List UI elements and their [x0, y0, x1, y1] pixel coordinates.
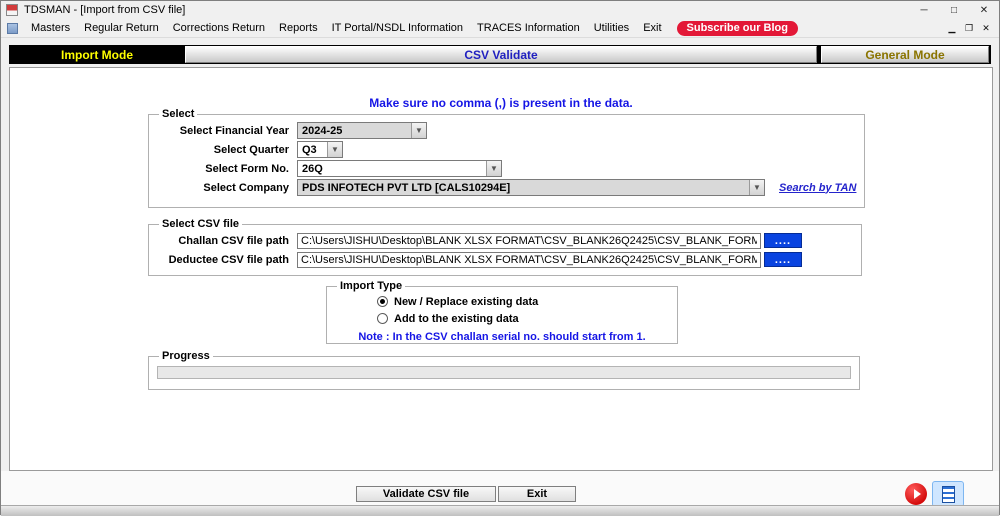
challan-path-label: Challan CSV file path: [178, 234, 289, 247]
financial-year-label: Select Financial Year: [179, 124, 289, 137]
radio-add-existing-row: Add to the existing data: [377, 310, 669, 327]
select-group-title: Select: [162, 108, 195, 120]
progress-label: Progress: [162, 350, 210, 362]
csv-validate-tab[interactable]: CSV Validate: [185, 46, 817, 63]
company-dropdown[interactable]: PDS INFOTECH PVT LTD [CALS10294E] ▼: [297, 179, 765, 196]
deductee-path-label: Deductee CSV file path: [168, 253, 289, 266]
menu-masters[interactable]: Masters: [24, 19, 77, 38]
menu-utilities[interactable]: Utilities: [587, 19, 636, 38]
close-icon[interactable]: ✕: [969, 1, 999, 19]
form-no-label: Select Form No.: [205, 162, 289, 175]
title-bar: TDSMAN - [Import from CSV file] ─ □ ✕: [1, 1, 999, 19]
chevron-down-icon: ▼: [327, 142, 342, 157]
maximize-icon[interactable]: □: [939, 1, 969, 19]
footer-bar: Validate CSV file Exit: [1, 471, 999, 507]
financial-year-value: 2024-25: [302, 124, 343, 137]
quarter-label: Select Quarter: [213, 143, 289, 156]
import-type-title: Import Type: [340, 280, 403, 292]
import-mode-tab[interactable]: Import Mode: [13, 46, 181, 63]
radio-new-replace-row: New / Replace existing data: [377, 293, 669, 310]
company-value: PDS INFOTECH PVT LTD [CALS10294E]: [302, 181, 511, 194]
search-by-tan-link[interactable]: Search by TAN: [779, 182, 856, 194]
validate-csv-button[interactable]: Validate CSV file: [356, 486, 496, 502]
window-controls: ─ □ ✕: [909, 1, 999, 19]
csv-file-group-title: Select CSV file: [162, 218, 240, 230]
exit-button[interactable]: Exit: [498, 486, 576, 502]
deductee-browse-button[interactable]: ....: [764, 252, 802, 267]
menu-corrections-return[interactable]: Corrections Return: [166, 19, 272, 38]
window-title: TDSMAN - [Import from CSV file]: [24, 4, 186, 16]
financial-year-dropdown[interactable]: 2024-25 ▼: [297, 122, 427, 139]
radio-new-replace-label[interactable]: New / Replace existing data: [394, 296, 538, 308]
mode-bar: Import Mode CSV Validate General Mode: [9, 45, 991, 64]
general-mode-tab[interactable]: General Mode: [821, 46, 989, 63]
document-lines-icon: [941, 485, 955, 503]
mdi-close-icon[interactable]: ✕: [979, 23, 993, 34]
menu-traces-information[interactable]: TRACES Information: [470, 19, 587, 38]
deductee-path-input[interactable]: [297, 251, 761, 268]
video-help-button[interactable]: [905, 483, 927, 505]
notes-button[interactable]: [932, 481, 964, 507]
select-group: Select Select Financial Year 2024-25 ▼ S…: [148, 108, 866, 208]
mdi-restore-icon[interactable]: ❐: [962, 23, 976, 34]
play-icon: [913, 489, 921, 499]
import-type-group: Import Type New / Replace existing data …: [326, 280, 678, 344]
mdi-child-icon: [7, 22, 18, 34]
form-no-dropdown[interactable]: 26Q ▼: [297, 160, 502, 177]
chevron-down-icon: ▼: [411, 123, 426, 138]
minimize-icon[interactable]: ─: [909, 1, 939, 19]
import-from-csv-panel: Make sure no comma (,) is present in the…: [9, 67, 993, 471]
progress-group: Progress: [148, 350, 860, 390]
chevron-down-icon: ▼: [486, 161, 501, 176]
challan-path-input[interactable]: [297, 232, 761, 249]
progress-bar: [157, 366, 851, 379]
form-no-value: 26Q: [302, 162, 323, 175]
radio-add-existing-label[interactable]: Add to the existing data: [394, 313, 519, 325]
subscribe-blog-button[interactable]: Subscribe our Blog: [676, 20, 798, 36]
status-bar: [1, 505, 999, 516]
company-label: Select Company: [203, 181, 289, 194]
radio-new-replace[interactable]: [377, 296, 388, 307]
mdi-minimize-icon[interactable]: ▁: [945, 23, 959, 34]
radio-add-existing[interactable]: [377, 313, 388, 324]
app-icon: [6, 4, 18, 16]
mdi-window-controls: ▁ ❐ ✕: [945, 23, 999, 34]
menu-bar: Masters Regular Return Corrections Retur…: [1, 19, 999, 38]
csv-serial-note: Note : In the CSV challan serial no. sho…: [358, 331, 646, 343]
challan-browse-button[interactable]: ....: [764, 233, 802, 248]
menu-it-portal-nsdl[interactable]: IT Portal/NSDL Information: [325, 19, 470, 38]
csv-file-group: Select CSV file Challan CSV file path ..…: [148, 218, 862, 276]
menu-exit[interactable]: Exit: [636, 19, 668, 38]
menu-regular-return[interactable]: Regular Return: [77, 19, 166, 38]
tdsman-window: { "window": { "title": "TDSMAN - [Import…: [0, 0, 1000, 516]
chevron-down-icon: ▼: [749, 180, 764, 195]
quarter-dropdown[interactable]: Q3 ▼: [297, 141, 343, 158]
menu-reports[interactable]: Reports: [272, 19, 325, 38]
